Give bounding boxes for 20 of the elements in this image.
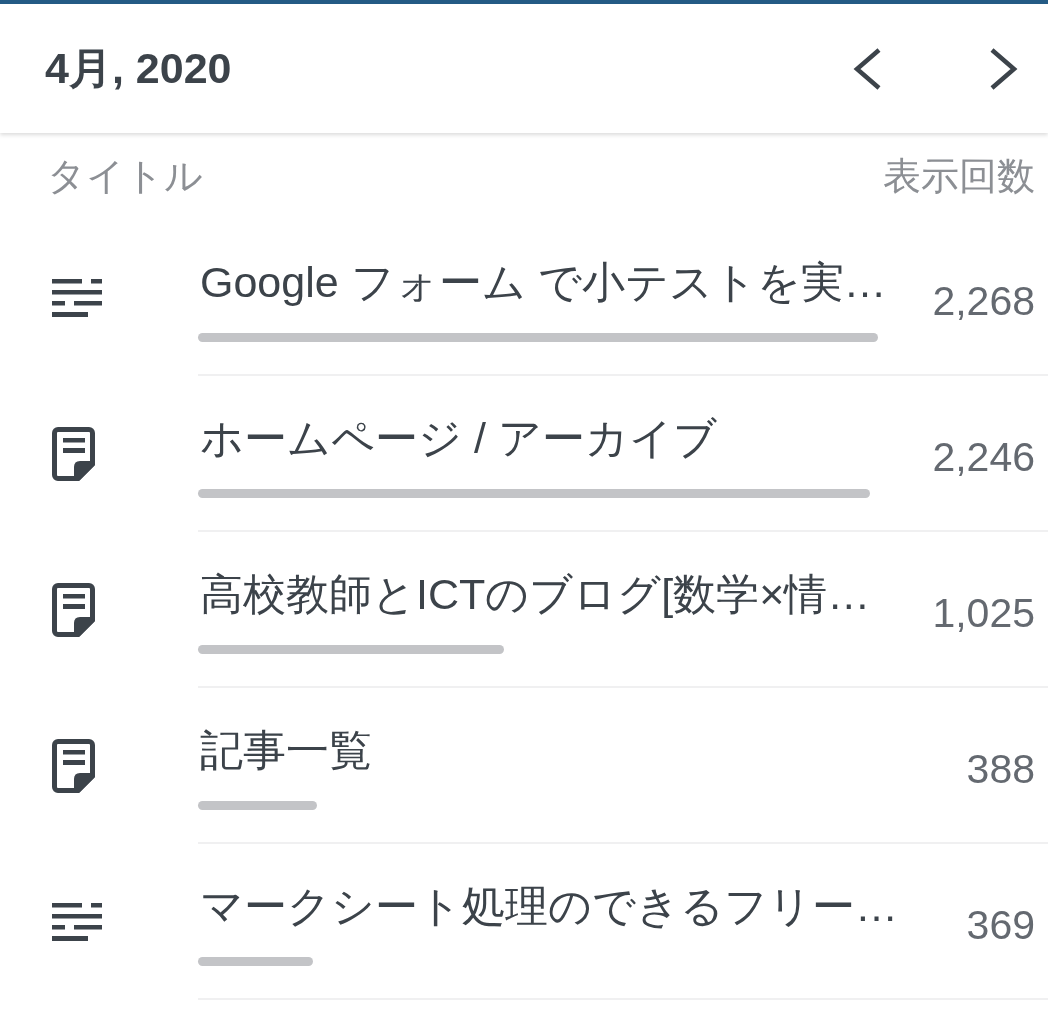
view-count: 369	[966, 901, 1035, 950]
post-title: 高校教師とICTのブログ[数学×情…	[199, 569, 871, 620]
chevron-right-icon	[989, 46, 1019, 91]
text-lines-icon	[52, 279, 102, 317]
column-header: タイトル	[47, 154, 203, 199]
column-header: 表示回数	[883, 154, 1035, 199]
view-count: 388	[966, 745, 1035, 794]
post-title: Google フォーム で小テストを実…	[199, 257, 887, 308]
document-icon	[52, 739, 95, 793]
document-icon	[52, 583, 95, 637]
post-title: 記事一覧	[199, 725, 372, 776]
text-lines-icon	[52, 903, 102, 941]
post-title: ホームページ / アーカイブ	[199, 413, 717, 464]
document-icon	[52, 427, 95, 481]
view-count: 2,268	[932, 277, 1035, 326]
view-count: 2,246	[932, 433, 1035, 482]
chevron-left-icon	[852, 46, 882, 91]
view-count: 1,025	[932, 589, 1035, 638]
month-title: 4月, 2020	[45, 43, 232, 95]
post-title: マークシート処理のできるフリー…	[199, 881, 898, 932]
